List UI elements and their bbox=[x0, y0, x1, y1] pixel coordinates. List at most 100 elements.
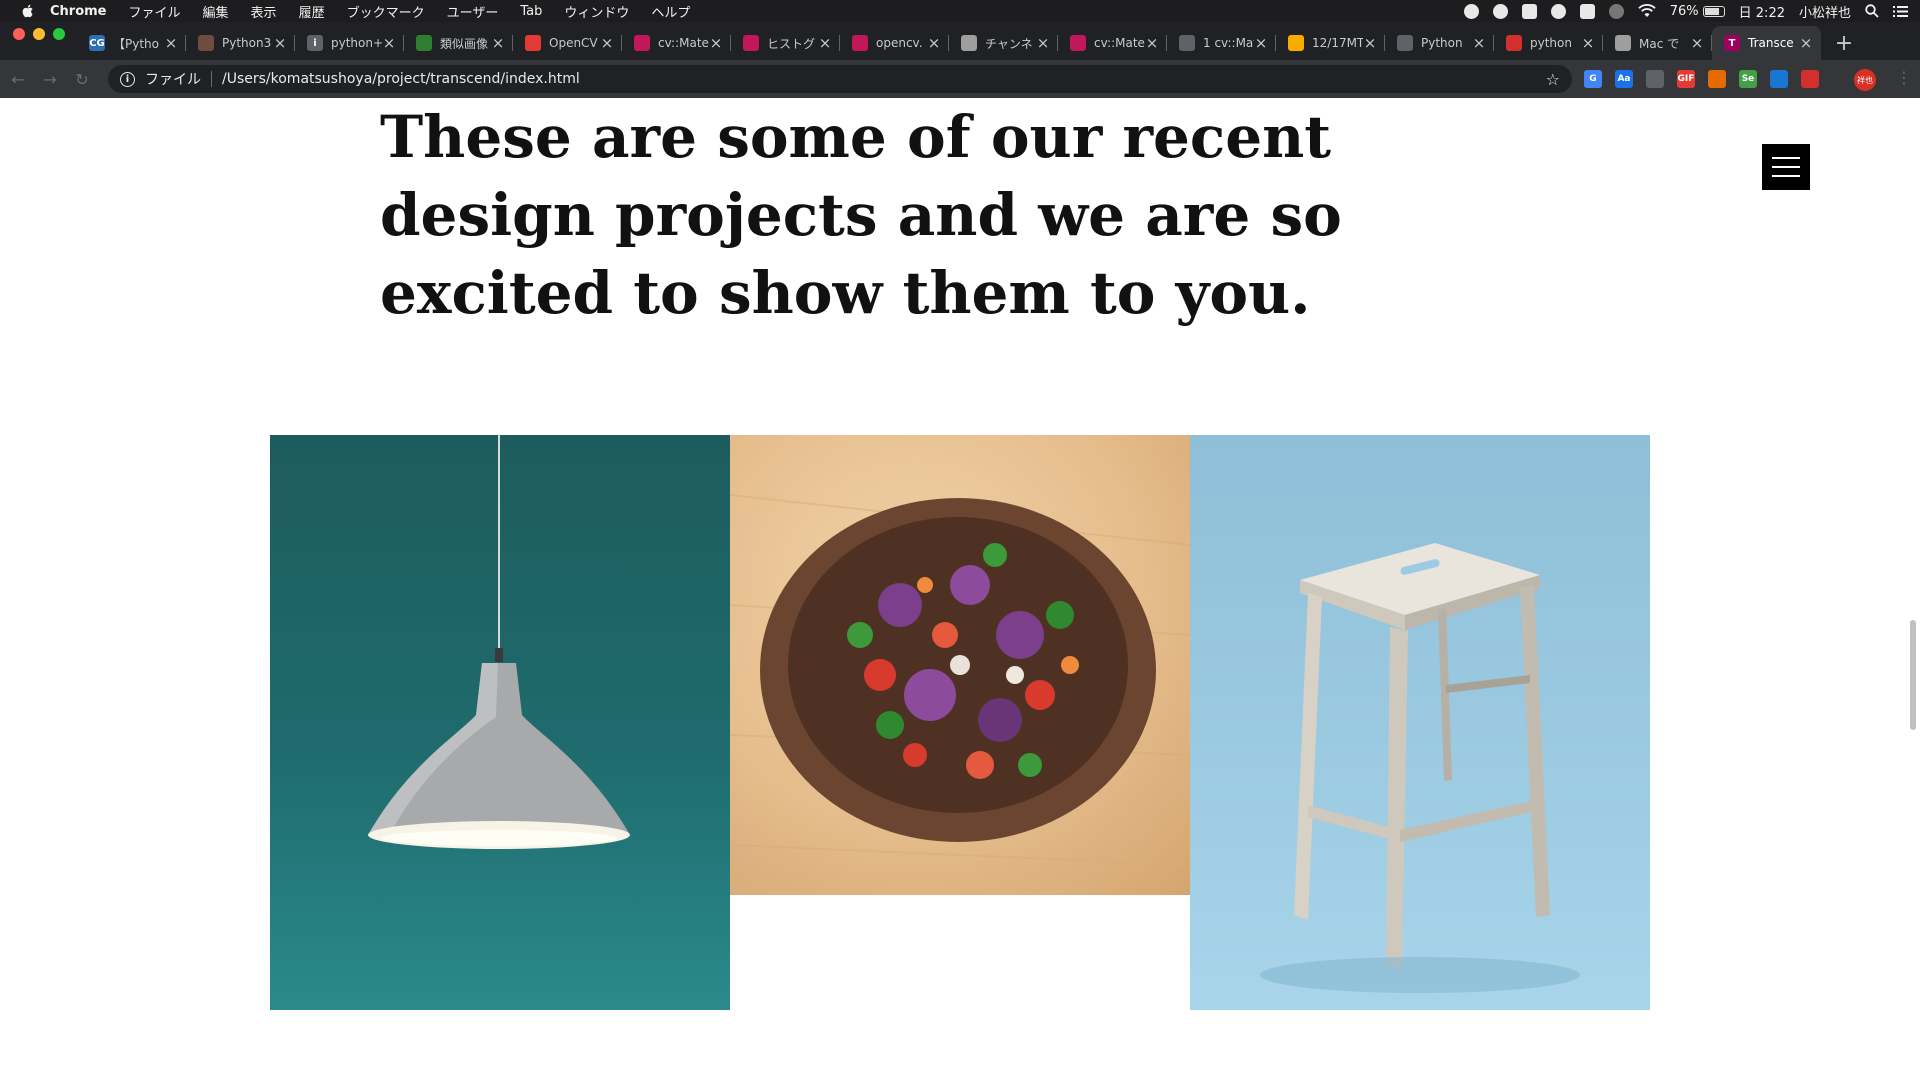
close-icon[interactable]: × bbox=[1472, 34, 1486, 52]
tab[interactable]: 12/17MT × bbox=[1276, 26, 1385, 60]
menu-app-name[interactable]: Chrome bbox=[50, 4, 107, 19]
close-window-button[interactable] bbox=[13, 28, 25, 40]
tab[interactable]: opencv. × bbox=[840, 26, 949, 60]
dictionary-extension-icon[interactable]: Aa bbox=[1615, 70, 1633, 88]
back-arrow-icon[interactable]: ← bbox=[4, 65, 32, 93]
minimize-window-button[interactable] bbox=[33, 28, 45, 40]
tab-favicon-icon: i bbox=[307, 35, 323, 51]
close-icon[interactable]: × bbox=[164, 34, 178, 52]
notification-center-icon[interactable] bbox=[1893, 5, 1908, 18]
chrome-menu-icon[interactable]: ⋮ bbox=[1896, 68, 1912, 87]
new-tab-button[interactable]: + bbox=[1827, 26, 1861, 60]
tab[interactable]: python × bbox=[1494, 26, 1603, 60]
spotlight-search-icon[interactable] bbox=[1865, 4, 1879, 18]
menu-window[interactable]: ウィンドウ bbox=[564, 2, 629, 21]
close-icon[interactable]: × bbox=[709, 34, 723, 52]
close-icon[interactable]: × bbox=[382, 34, 396, 52]
wooden-stool-photo[interactable] bbox=[1190, 435, 1650, 1010]
salad-illustration bbox=[730, 494, 1190, 866]
fox-extension-icon[interactable] bbox=[1708, 70, 1726, 88]
close-icon[interactable]: × bbox=[1363, 34, 1377, 52]
grammarly-icon[interactable] bbox=[1492, 3, 1508, 19]
address-separator bbox=[211, 71, 212, 87]
menu-help[interactable]: ヘルプ bbox=[651, 2, 690, 21]
record-icon[interactable] bbox=[1463, 3, 1479, 19]
tab-active[interactable]: T Transce × bbox=[1712, 26, 1821, 60]
evernote-icon[interactable] bbox=[1521, 3, 1537, 19]
tab-favicon-icon bbox=[525, 35, 541, 51]
address-url[interactable]: /Users/komatsushoya/project/transcend/in… bbox=[222, 71, 1546, 87]
bookmark-star-icon[interactable]: ☆ bbox=[1546, 70, 1560, 89]
address-scheme-label: ファイル bbox=[145, 72, 201, 88]
menu-tab[interactable]: Tab bbox=[520, 4, 542, 19]
tab[interactable]: CG 【Pytho × bbox=[77, 26, 186, 60]
tab[interactable]: Mac で × bbox=[1603, 26, 1712, 60]
fullscreen-window-button[interactable] bbox=[53, 28, 65, 40]
close-icon[interactable]: × bbox=[1254, 34, 1268, 52]
tab[interactable]: Python3 × bbox=[186, 26, 295, 60]
tab[interactable]: 1 cv::Mat × bbox=[1167, 26, 1276, 60]
tab-favicon-icon bbox=[1070, 35, 1086, 51]
close-icon[interactable]: × bbox=[491, 34, 505, 52]
web-page: These are some of our recent design proj… bbox=[0, 98, 1920, 1080]
menu-file[interactable]: ファイル bbox=[129, 2, 181, 21]
menu-bookmarks[interactable]: ブックマーク bbox=[347, 2, 425, 21]
tab-title: cv::Mate bbox=[658, 36, 709, 50]
hamburger-menu-button[interactable] bbox=[1762, 144, 1810, 190]
menu-line-icon bbox=[1772, 166, 1800, 168]
site-info-icon[interactable]: i bbox=[120, 71, 135, 87]
tab-favicon-icon: CG bbox=[89, 35, 105, 51]
selenium-extension-icon[interactable]: Se bbox=[1739, 70, 1757, 88]
salad-bowl-photo[interactable] bbox=[730, 435, 1190, 895]
close-icon[interactable]: × bbox=[927, 34, 941, 52]
menu-edit[interactable]: 編集 bbox=[203, 2, 229, 21]
wifi-icon[interactable] bbox=[1638, 4, 1656, 18]
camera-extension-icon[interactable] bbox=[1646, 70, 1664, 88]
close-icon[interactable]: × bbox=[600, 34, 614, 52]
close-icon[interactable]: × bbox=[1581, 34, 1595, 52]
apple-menu-icon[interactable] bbox=[20, 3, 36, 19]
red-extension-icon[interactable] bbox=[1801, 70, 1819, 88]
battery-indicator[interactable]: 76% bbox=[1670, 4, 1725, 19]
tab[interactable]: OpenCV × bbox=[513, 26, 622, 60]
clock[interactable]: 日 2:22 bbox=[1739, 2, 1785, 21]
user-name[interactable]: 小松祥也 bbox=[1799, 2, 1851, 21]
bluetooth-icon[interactable] bbox=[1608, 3, 1624, 19]
tab[interactable]: cv::Mate × bbox=[622, 26, 731, 60]
tab-list: CG 【Pytho × Python3 × i python+ × 類似画像 × OpenCV × cv… bbox=[77, 26, 1821, 60]
tab-favicon-icon bbox=[1506, 35, 1522, 51]
tab[interactable]: 類似画像 × bbox=[404, 26, 513, 60]
tab-favicon-icon bbox=[743, 35, 759, 51]
close-icon[interactable]: × bbox=[1036, 34, 1050, 52]
input-method-icon[interactable] bbox=[1579, 3, 1595, 19]
gif-extension-icon[interactable]: GIF bbox=[1677, 70, 1695, 88]
tab[interactable]: チャンネ × bbox=[949, 26, 1058, 60]
blue-extension-icon[interactable] bbox=[1770, 70, 1788, 88]
close-icon[interactable]: × bbox=[273, 34, 287, 52]
close-icon[interactable]: × bbox=[1690, 34, 1704, 52]
pendant-lamp-photo[interactable] bbox=[270, 435, 730, 1010]
tab[interactable]: i python+ × bbox=[295, 26, 404, 60]
menu-line-icon bbox=[1772, 175, 1800, 177]
forward-arrow-icon[interactable]: → bbox=[36, 65, 64, 93]
menu-user[interactable]: ユーザー bbox=[447, 2, 499, 21]
profile-avatar[interactable]: 祥也 bbox=[1854, 69, 1876, 91]
tab-title: Mac で bbox=[1639, 36, 1680, 51]
close-icon[interactable]: × bbox=[1145, 34, 1159, 52]
project-gallery bbox=[270, 435, 1650, 1010]
menu-view[interactable]: 表示 bbox=[251, 2, 277, 21]
page-scrollbar-thumb[interactable] bbox=[1910, 620, 1916, 730]
creative-cloud-icon[interactable] bbox=[1550, 3, 1566, 19]
menu-history[interactable]: 履歴 bbox=[299, 2, 325, 21]
close-icon[interactable]: × bbox=[818, 34, 832, 52]
tab[interactable]: Python × bbox=[1385, 26, 1494, 60]
close-icon[interactable]: × bbox=[1799, 34, 1813, 52]
address-bar[interactable]: i ファイル /Users/komatsushoya/project/trans… bbox=[108, 65, 1572, 93]
tab-favicon-icon bbox=[1615, 35, 1631, 51]
translate-extension-icon[interactable]: G bbox=[1584, 70, 1602, 88]
tab[interactable]: ヒストグ × bbox=[731, 26, 840, 60]
tab[interactable]: cv::Mate × bbox=[1058, 26, 1167, 60]
window-controls bbox=[13, 28, 65, 40]
tab-title: opencv. bbox=[876, 36, 923, 50]
reload-icon[interactable]: ↻ bbox=[68, 65, 96, 93]
